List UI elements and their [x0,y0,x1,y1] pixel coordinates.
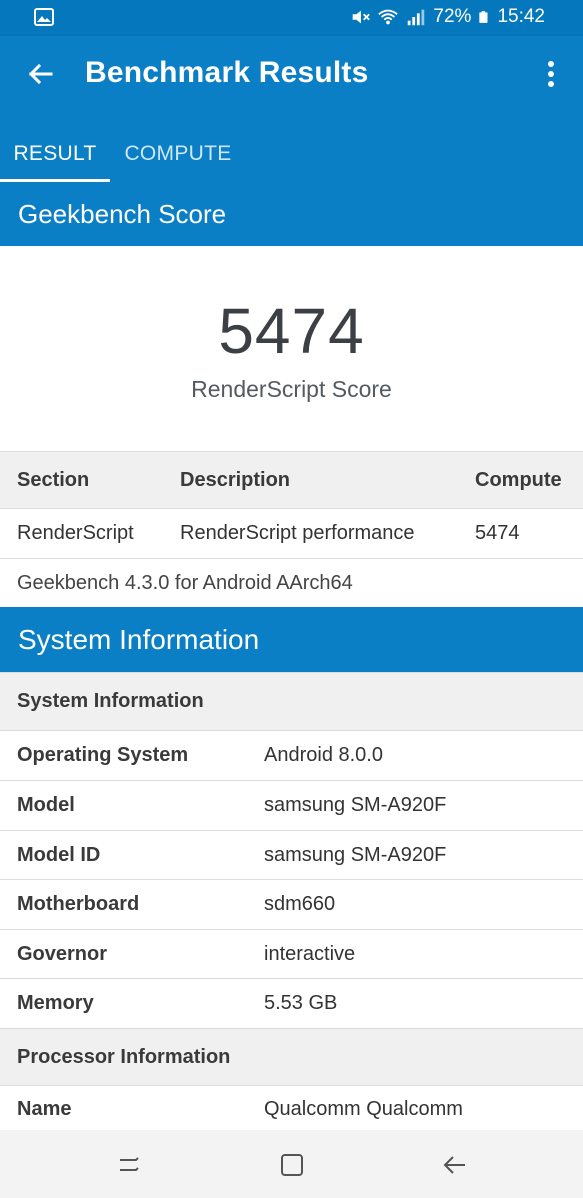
table-row: Model ID samsung SM-A920F [0,830,583,879]
table-cell-compute: 5474 [475,522,520,544]
info-label: Model ID [17,843,101,866]
table-cell-description: RenderScript performance [180,522,415,544]
info-value: 5.53 GB [264,992,338,1014]
system-info-subheader: System Information [0,672,583,730]
overflow-menu-icon[interactable] [537,56,565,92]
score-value: 5474 [218,295,365,367]
table-row: Name Qualcomm Qualcomm [0,1085,583,1133]
table-cell-section: RenderScript [17,522,134,544]
version-row: Geekbench 4.3.0 for Android AArch64 [0,558,583,607]
column-header-section: Section [17,468,90,491]
score-label: RenderScript Score [191,376,392,402]
status-bar: 72% 15:42 [0,0,583,36]
subheader-label: System Information [17,690,204,712]
info-label: Model [17,794,75,816]
info-value: Android 8.0.0 [264,744,383,766]
results-table-header: Section Description Compute [0,451,583,508]
app-bar: Benchmark Results RESULT COMPUTE [0,36,583,182]
system-nav-bar [0,1130,583,1198]
table-row: Motherboard sdm660 [0,879,583,929]
back-icon[interactable] [440,1150,470,1180]
geekbench-score-header: Geekbench Score [0,182,583,246]
wifi-icon [378,9,399,25]
column-header-description: Description [180,468,291,491]
info-value: samsung SM-A920F [264,843,447,866]
home-icon[interactable] [277,1150,307,1180]
battery-percent: 72% [433,6,472,27]
page-title: Benchmark Results [85,56,369,89]
column-header-compute: Compute [475,468,562,491]
tab-bar: RESULT COMPUTE [0,126,583,182]
table-row: Governor interactive [0,929,583,978]
tab-result[interactable]: RESULT [0,126,110,182]
info-value: sdm660 [264,893,336,915]
table-row: RenderScript RenderScript performance 54… [0,508,583,558]
table-row: Memory 5.53 GB [0,978,583,1028]
score-panel: 5474 RenderScript Score [0,246,583,451]
info-label: Operating System [17,744,189,766]
mute-icon [353,10,371,24]
version-note: Geekbench 4.3.0 for Android AArch64 [17,571,353,594]
info-label: Governor [17,942,108,965]
table-row: Operating System Android 8.0.0 [0,730,583,780]
system-information-header: System Information [0,607,583,672]
battery-icon [479,11,488,23]
clock: 15:42 [497,6,545,27]
gallery-icon [34,8,54,26]
info-label: Memory [17,992,94,1014]
info-value: samsung SM-A920F [264,794,447,816]
recent-apps-icon[interactable] [114,1150,144,1180]
back-arrow-icon[interactable] [24,58,56,90]
tab-compute[interactable]: COMPUTE [112,126,244,182]
signal-icon [408,9,425,26]
info-value: Qualcomm Qualcomm [264,1098,463,1120]
subheader-label: Processor Information [17,1045,231,1068]
processor-info-subheader: Processor Information [0,1028,583,1085]
info-label: Motherboard [17,893,140,915]
info-label: Name [17,1098,72,1120]
info-value: interactive [264,942,356,965]
table-row: Model samsung SM-A920F [0,780,583,830]
